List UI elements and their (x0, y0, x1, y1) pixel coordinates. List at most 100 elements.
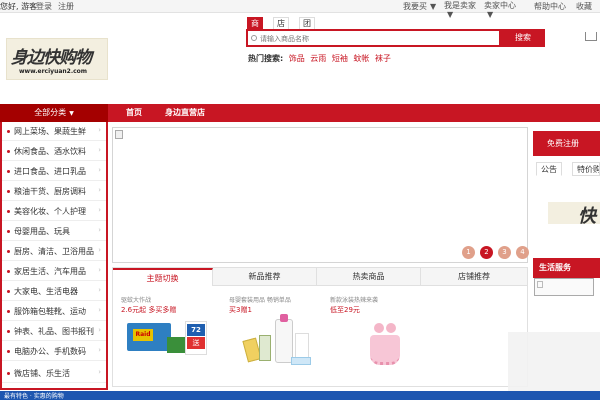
baby-care-image (242, 314, 325, 377)
search-tab-groupbuy[interactable]: 团购 (299, 17, 315, 39)
search-tab-goods[interactable]: 商品 (247, 17, 263, 39)
bullet-icon (7, 290, 10, 293)
register-link[interactable]: 注册 (58, 1, 74, 12)
banner-page-dot[interactable]: 1 (462, 246, 475, 259)
broken-image-icon (115, 130, 123, 139)
bullet-icon (7, 210, 10, 213)
tab-special-offer[interactable]: 特价购买 (572, 162, 600, 176)
category-sidebar: 网上菜场、果蔬生鲜 › 休闲食品、酒水饮料 › 进口食品、进口乳品 › 粮油干货、厨房… (0, 122, 108, 390)
category-label: 休闲食品、酒水饮料 (14, 147, 86, 156)
bullet-icon (7, 190, 10, 193)
all-categories-button[interactable]: 全部分类 ▼ (0, 104, 108, 122)
life-service-image[interactable] (534, 278, 594, 296)
category-item[interactable]: 微店铺、乐生活 › (2, 364, 106, 383)
search-input[interactable] (260, 32, 498, 45)
chevron-right-icon: › (98, 326, 101, 334)
seller-center-menu[interactable]: 卖家中心▼ (484, 1, 518, 19)
count-badge: 72 (187, 324, 205, 336)
chevron-right-icon: › (98, 146, 101, 154)
category-label: 网上菜场、果蔬生鲜 (14, 127, 86, 136)
search-icon (251, 35, 257, 41)
bullet-icon (7, 270, 10, 273)
pump-cap (280, 314, 288, 322)
bullet-icon (7, 230, 10, 233)
cart-icon[interactable] (585, 32, 597, 41)
promo-price: 买3赠1 (229, 306, 252, 314)
help-center-link[interactable]: 帮助中心 (534, 1, 566, 12)
all-categories-label: 全部分类 (34, 108, 67, 117)
chevron-right-icon: › (98, 126, 101, 134)
category-item[interactable]: 厨房、清洁、卫浴用品 › (2, 242, 106, 261)
promo-title: 驱蚊大作战 (121, 297, 152, 304)
product-tube (291, 357, 311, 365)
category-item[interactable]: 美容化妆、个人护理 › (2, 202, 106, 221)
category-label: 大家电、生活电器 (14, 287, 78, 296)
tab-recommended-stores[interactable]: 店铺推荐 (421, 268, 527, 286)
promo-card[interactable]: 驱蚊大作战 2.6元起 多买多赠 Raid 72 送 (121, 295, 221, 387)
hot-keyword[interactable]: 蚊帐 (353, 54, 369, 63)
product-box: Raid (127, 323, 171, 351)
nav-home[interactable]: 首页 (126, 104, 142, 122)
promo-price: 低至29元 (330, 306, 360, 314)
bullet-icon (7, 250, 10, 253)
mini-logo: 快 (548, 202, 600, 224)
search-tab-stores[interactable]: 店铺 (273, 17, 289, 39)
i-sell-label: 我是卖家 (444, 1, 476, 10)
category-label: 钟表、礼品、图书报刊 (14, 327, 94, 336)
chevron-right-icon: › (98, 246, 101, 254)
hot-keyword[interactable]: 袜子 (375, 54, 391, 63)
nav-direct-store[interactable]: 身边直营店 (165, 104, 205, 122)
category-item[interactable]: 网上菜场、果蔬生鲜 › (2, 122, 106, 141)
free-register-button[interactable]: 免费注册 (533, 131, 600, 156)
category-item[interactable]: 家居生活、汽车用品 › (2, 262, 106, 281)
banner-page-dot-active[interactable]: 2 (480, 246, 493, 259)
logo-text: 身边快购物 (11, 48, 92, 68)
chevron-right-icon: › (98, 226, 101, 234)
category-item[interactable]: 钟表、礼品、图书报刊 › (2, 322, 106, 341)
recommend-panel: 主题切换 新品推荐 热卖商品 店铺推荐 驱蚊大作战 2.6元起 多买多赠 Rai… (112, 267, 528, 387)
chevron-down-icon: ▼ (487, 10, 494, 19)
favorite-link[interactable]: 收藏 (576, 1, 592, 12)
promo-card[interactable]: 母婴套装用品 畅销单品 买3赠1 (229, 295, 329, 387)
login-link[interactable]: 登录 (36, 1, 52, 12)
hot-search: 热门搜索: 饰品 云雨 短袖 蚊帐 袜子 (248, 53, 391, 64)
bullet-icon (7, 130, 10, 133)
site-logo[interactable]: 身边快购物 www.erciyuan2.com (6, 38, 108, 80)
promo-card[interactable]: 新款泳装热辣来袭 低至29元 (330, 295, 430, 387)
category-item[interactable]: 休闲食品、酒水饮料 › (2, 142, 106, 161)
banner-page-dot[interactable]: 4 (516, 246, 529, 259)
category-item[interactable]: 母婴用品、玩具 › (2, 222, 106, 241)
hot-keyword[interactable]: 短袖 (332, 54, 348, 63)
banner-page-dot[interactable]: 3 (498, 246, 511, 259)
hot-keyword[interactable]: 云雨 (310, 54, 326, 63)
promo-price: 2.6元起 多买多赠 (121, 306, 177, 314)
banner-slider[interactable]: 1 2 3 4 (112, 127, 529, 263)
category-label: 电脑办公、手机数码 (14, 347, 86, 356)
tab-new-products[interactable]: 新品推荐 (213, 268, 317, 286)
i-buy-menu[interactable]: 我要买 ▼ (403, 1, 436, 12)
category-item[interactable]: 进口食品、进口乳品 › (2, 162, 106, 181)
category-item[interactable]: 服饰箱包鞋靴、运动 › (2, 302, 106, 321)
logo-url: www.erciyuan2.com (19, 68, 88, 75)
search-button[interactable]: 搜索 (501, 29, 545, 47)
category-item[interactable]: 粮油干货、厨房调料 › (2, 182, 106, 201)
bullet-icon (7, 150, 10, 153)
chevron-right-icon: › (98, 306, 101, 314)
tab-hot-products[interactable]: 热卖商品 (317, 268, 421, 286)
category-item[interactable]: 电脑办公、手机数码 › (2, 342, 106, 361)
footer-text: 最有特色 · 实惠的购物 (4, 393, 64, 400)
mosquito-repellent-image: Raid 72 送 (127, 317, 217, 377)
product-box: 72 送 (185, 321, 207, 355)
hot-keyword[interactable]: 饰品 (289, 54, 305, 63)
promo-title: 母婴套装用品 畅销单品 (229, 297, 291, 304)
category-label: 服饰箱包鞋靴、运动 (14, 307, 86, 316)
i-sell-menu[interactable]: 我是卖家▼ (444, 1, 478, 19)
chevron-right-icon: › (98, 266, 101, 274)
swimsuit-skirt (370, 335, 400, 365)
category-label: 母婴用品、玩具 (14, 227, 70, 236)
bullet-icon (7, 170, 10, 173)
tab-notice[interactable]: 公告 (536, 162, 562, 176)
tab-theme[interactable]: 主题切换 (113, 268, 213, 286)
main-nav: 全部分类 ▼ 首页 身边直营店 (0, 104, 600, 122)
category-item[interactable]: 大家电、生活电器 › (2, 282, 106, 301)
